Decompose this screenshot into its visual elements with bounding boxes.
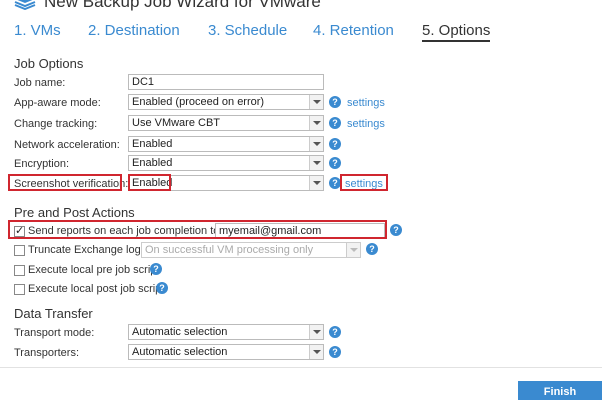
- window-title: New Backup Job Wizard for VMware: [44, 0, 321, 11]
- transport-mode-value: Automatic selection: [132, 326, 228, 338]
- chevron-down-icon[interactable]: [309, 176, 323, 190]
- app-aware-select[interactable]: Enabled (proceed on error): [128, 94, 324, 110]
- change-tracking-label: Change tracking:: [14, 118, 98, 130]
- encryption-value: Enabled: [132, 157, 173, 169]
- chevron-down-icon[interactable]: [309, 137, 323, 151]
- chevron-down-icon[interactable]: [309, 95, 323, 109]
- pre-job-script-checkbox[interactable]: [14, 265, 25, 276]
- chevron-down-icon[interactable]: [309, 156, 323, 170]
- data-transfer-heading: Data Transfer: [14, 306, 93, 321]
- question-circle-icon[interactable]: ?: [329, 117, 341, 129]
- transport-mode-select[interactable]: Automatic selection: [128, 324, 324, 340]
- question-circle-icon[interactable]: ?: [156, 282, 168, 294]
- change-tracking-value: Use VMware CBT: [132, 117, 221, 129]
- transporters-value: Automatic selection: [132, 346, 228, 358]
- post-job-script-checkbox[interactable]: [14, 284, 25, 295]
- job-options-heading: Job Options: [14, 56, 84, 71]
- question-circle-icon[interactable]: ?: [329, 346, 341, 358]
- chevron-down-icon[interactable]: [309, 345, 323, 359]
- tab-schedule[interactable]: 3. Schedule: [208, 22, 287, 39]
- network-acceleration-label: Network acceleration:: [14, 139, 120, 151]
- question-circle-icon[interactable]: ?: [390, 224, 402, 236]
- tab-retention[interactable]: 4. Retention: [313, 22, 394, 39]
- question-circle-icon[interactable]: ?: [150, 263, 162, 275]
- pre-post-heading: Pre and Post Actions: [14, 205, 135, 220]
- truncate-exchange-checkbox[interactable]: [14, 245, 25, 256]
- change-tracking-select[interactable]: Use VMware CBT: [128, 115, 324, 131]
- stacked-layers-icon: [14, 0, 36, 11]
- highlight-box: [8, 220, 387, 239]
- transport-mode-label: Transport mode:: [14, 327, 95, 339]
- truncate-exchange-select[interactable]: On successful VM processing only: [141, 242, 361, 258]
- transporters-select[interactable]: Automatic selection: [128, 344, 324, 360]
- question-circle-icon[interactable]: ?: [329, 326, 341, 338]
- post-job-script-label: Execute local post job script: [28, 283, 165, 295]
- encryption-select[interactable]: Enabled: [128, 155, 324, 171]
- change-tracking-settings-link[interactable]: settings: [347, 118, 385, 130]
- chevron-down-icon[interactable]: [346, 243, 360, 257]
- highlight-box: [128, 174, 171, 191]
- title-bar: New Backup Job Wizard for VMware: [0, 0, 602, 12]
- encryption-label: Encryption:: [14, 158, 70, 170]
- tab-vms[interactable]: 1. VMs: [14, 22, 61, 39]
- question-circle-icon[interactable]: ?: [329, 138, 341, 150]
- tab-options[interactable]: 5. Options: [422, 22, 491, 42]
- app-aware-value: Enabled (proceed on error): [132, 96, 265, 108]
- highlight-box: [340, 174, 388, 191]
- footer-divider: [0, 367, 602, 368]
- truncate-exchange-value: On successful VM processing only: [145, 244, 314, 256]
- chevron-down-icon[interactable]: [309, 116, 323, 130]
- finish-button[interactable]: Finish: [518, 381, 602, 400]
- app-aware-label: App-aware mode:: [14, 97, 101, 109]
- pre-job-script-label: Execute local pre job script: [28, 264, 160, 276]
- question-circle-icon[interactable]: ?: [366, 243, 378, 255]
- job-name-input[interactable]: DC1: [128, 74, 324, 90]
- tab-destination[interactable]: 2. Destination: [88, 22, 180, 39]
- app-aware-settings-link[interactable]: settings: [347, 97, 385, 109]
- question-circle-icon[interactable]: ?: [329, 157, 341, 169]
- transporters-label: Transporters:: [14, 347, 80, 359]
- highlight-box: [8, 174, 122, 191]
- chevron-down-icon[interactable]: [309, 325, 323, 339]
- job-name-label: Job name:: [14, 77, 66, 89]
- network-acceleration-select[interactable]: Enabled: [128, 136, 324, 152]
- question-circle-icon[interactable]: ?: [329, 96, 341, 108]
- truncate-exchange-label: Truncate Exchange logs: [28, 244, 147, 256]
- network-acceleration-value: Enabled: [132, 138, 173, 150]
- wizard-tabs: 1. VMs 2. Destination 3. Schedule 4. Ret…: [0, 22, 602, 48]
